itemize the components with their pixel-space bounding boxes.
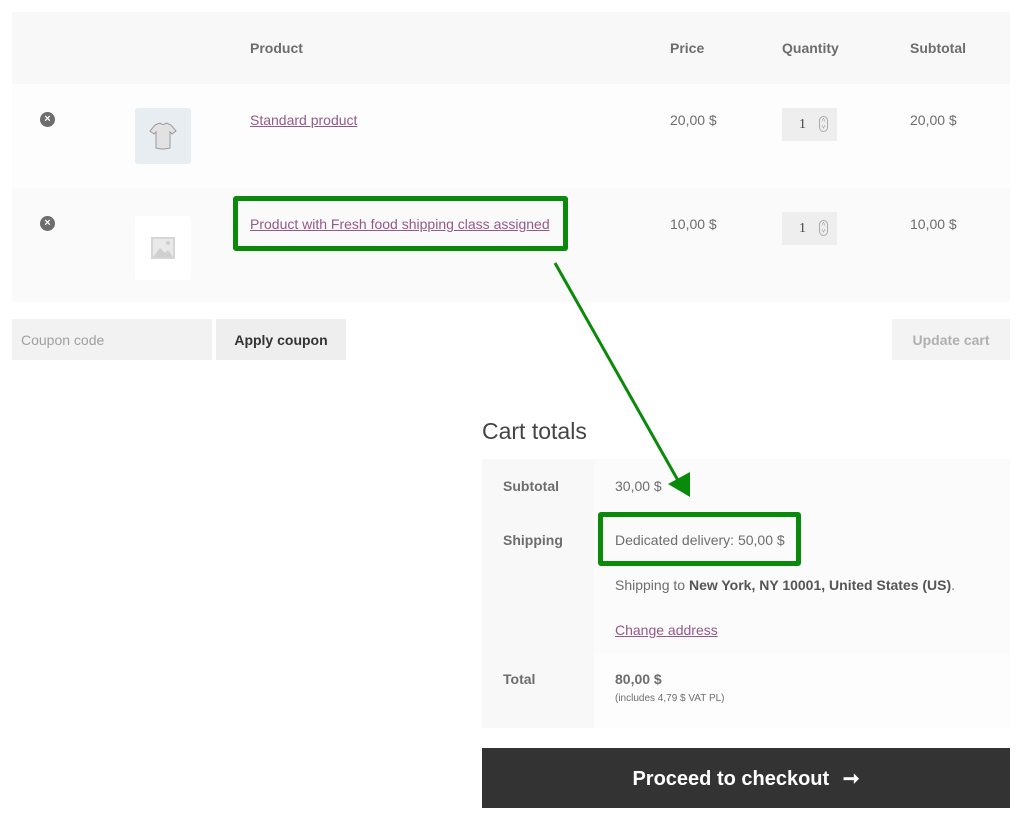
total-label: Total	[503, 671, 536, 687]
totals-row-shipping: Shipping Dedicated delivery: 50,00 $ Shi…	[482, 512, 1010, 655]
shipping-destination: New York, NY 10001, United States (US)	[688, 577, 952, 593]
item-price: 10,00 $	[670, 216, 717, 232]
product-link[interactable]: Product with Fresh food shipping class a…	[250, 216, 550, 232]
totals-row-total: Total 80,00 $ (includes 4,79 $ VAT PL)	[482, 655, 1010, 728]
spinner-icon[interactable]: ˄ ˅	[819, 220, 828, 236]
arrow-right-icon: ➞	[842, 767, 860, 790]
shipping-method: Dedicated delivery: 50,00 $	[615, 532, 785, 548]
subtotal-value: 30,00 $	[615, 478, 662, 494]
shipping-destination-text: Shipping to New York, NY 10001, United S…	[615, 577, 956, 593]
quantity-stepper[interactable]: 1 ˄ ˅	[782, 212, 837, 245]
spinner-icon[interactable]: ˄ ˅	[819, 116, 828, 132]
tshirt-thumbnail[interactable]	[135, 108, 191, 164]
cart-row: × Product with Fresh food shipping class…	[12, 188, 1010, 302]
tshirt-icon	[149, 122, 177, 150]
quantity-value: 1	[799, 117, 806, 132]
proceed-to-checkout-button[interactable]: Proceed to checkout ➞	[482, 748, 1010, 808]
total-value: 80,00 $	[615, 671, 662, 687]
item-subtotal: 10,00 $	[910, 216, 957, 232]
remove-item-icon[interactable]: ×	[40, 216, 55, 231]
update-cart-button[interactable]: Update cart	[892, 319, 1010, 360]
shipping-label: Shipping	[503, 532, 563, 548]
remove-item-icon[interactable]: ×	[40, 112, 55, 127]
subtotal-label: Subtotal	[503, 478, 559, 494]
item-subtotal: 20,00 $	[910, 112, 957, 128]
tax-note: (includes 4,79 $ VAT PL)	[615, 693, 725, 704]
cart-totals-table: Subtotal 30,00 $ Shipping Dedicated deli…	[482, 459, 1010, 728]
header-quantity: Quantity	[782, 40, 839, 56]
checkout-label: Proceed to checkout	[632, 767, 830, 790]
coupon-code-input[interactable]	[12, 319, 212, 360]
totals-row-subtotal: Subtotal 30,00 $	[482, 459, 1010, 512]
header-price: Price	[670, 40, 705, 56]
header-subtotal: Subtotal	[910, 40, 966, 56]
cart-table-header: Product Price Quantity Subtotal	[12, 12, 1010, 84]
placeholder-thumbnail[interactable]	[135, 216, 191, 280]
product-link[interactable]: Standard product	[250, 112, 357, 128]
cart-totals-title: Cart totals	[482, 418, 587, 444]
image-placeholder-icon	[151, 237, 175, 259]
header-product: Product	[250, 40, 303, 56]
cart-table: Product Price Quantity Subtotal × Standa…	[12, 12, 1010, 302]
change-address-link[interactable]: Change address	[615, 622, 718, 638]
cart-row: × Standard product 20,00 $ 1 ˄ ˅ 20,00 $	[12, 84, 1010, 188]
quantity-value: 1	[799, 221, 806, 236]
item-price: 20,00 $	[670, 112, 717, 128]
quantity-stepper[interactable]: 1 ˄ ˅	[782, 108, 837, 141]
apply-coupon-button[interactable]: Apply coupon	[216, 319, 346, 360]
